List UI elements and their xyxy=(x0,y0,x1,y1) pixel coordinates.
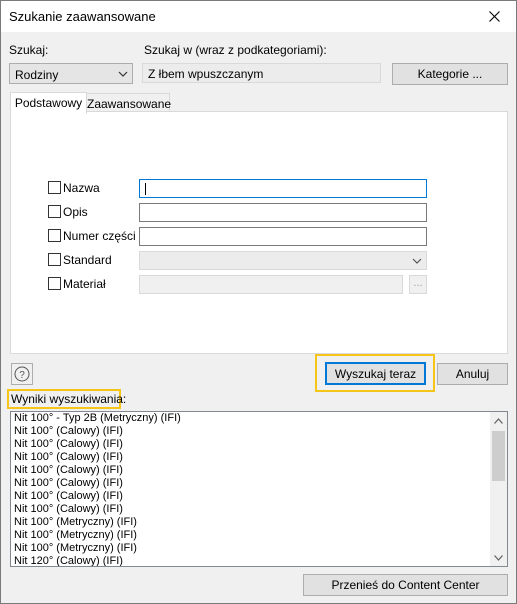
search-scope-value: Z łbem wpuszczanym xyxy=(148,67,264,81)
go-to-content-center-button[interactable]: Przenieś do Content Center xyxy=(303,574,508,596)
list-item[interactable]: Nit 100° (Calowy) (IFI) xyxy=(11,425,491,438)
list-item[interactable]: Nit 100° (Calowy) (IFI) xyxy=(11,490,491,503)
list-item[interactable]: Nit 100° (Metryczny) (IFI) xyxy=(11,529,491,542)
material-input[interactable] xyxy=(139,275,403,294)
search-scope-field: Z łbem wpuszczanym xyxy=(142,63,381,83)
name-input[interactable] xyxy=(139,179,427,198)
search-in-label: Szukaj: xyxy=(9,43,49,57)
categories-button[interactable]: Kategorie ... xyxy=(392,63,508,85)
list-item[interactable]: Nit 100° (Metryczny) (IFI) xyxy=(11,516,491,529)
list-item[interactable]: Nit 100° (Calowy) (IFI) xyxy=(11,477,491,490)
search-in-value: Rodziny xyxy=(15,68,59,82)
standard-label: Standard xyxy=(63,253,112,267)
material-checkbox[interactable] xyxy=(48,277,61,290)
name-checkbox[interactable] xyxy=(48,181,61,194)
close-button[interactable] xyxy=(472,1,516,32)
description-checkbox[interactable] xyxy=(48,205,61,218)
search-now-button[interactable]: Wyszukaj teraz xyxy=(325,362,426,385)
name-label: Nazwa xyxy=(63,181,100,195)
basic-tab-panel: Nazwa Opis Numer części Standard Materia… xyxy=(10,111,508,354)
list-item[interactable]: Nit 100° (Calowy) (IFI) xyxy=(11,451,491,464)
search-scope-label: Szukaj w (wraz z podkategoriami): xyxy=(144,43,327,57)
list-item[interactable]: Nit 100° (Calowy) (IFI) xyxy=(11,503,491,516)
list-item[interactable]: Nit 100° (Calowy) (IFI) xyxy=(11,464,491,477)
part-number-input[interactable] xyxy=(139,227,427,246)
description-input[interactable] xyxy=(139,203,427,222)
chevron-down-icon xyxy=(412,258,422,264)
chevron-down-icon xyxy=(494,554,503,561)
list-item[interactable]: Nit 100° (Calowy) (IFI) xyxy=(11,438,491,451)
advanced-search-dialog: Szukanie zaawansowane Szukaj: Rodziny Sz… xyxy=(0,0,517,604)
text-caret xyxy=(145,183,146,195)
tab-basic[interactable]: Podstawowy xyxy=(10,92,87,114)
help-icon: ? xyxy=(14,366,30,382)
part-number-label: Numer części xyxy=(63,229,136,243)
search-in-combo[interactable]: Rodziny xyxy=(9,63,133,84)
part-number-checkbox[interactable] xyxy=(48,229,61,242)
standard-checkbox[interactable] xyxy=(48,253,61,266)
results-label: Wyniki wyszukiwania: xyxy=(11,392,127,406)
chevron-down-icon xyxy=(118,71,128,77)
svg-text:?: ? xyxy=(19,370,25,381)
results-scrollbar[interactable] xyxy=(490,412,507,566)
list-item[interactable]: Nit 100° (Metryczny) (IFI) xyxy=(11,542,491,555)
description-label: Opis xyxy=(63,205,88,219)
list-item[interactable]: Nit 100° - Typ 2B (Metryczny) (IFI) xyxy=(11,412,491,425)
chevron-up-icon xyxy=(494,417,503,424)
scroll-down-button[interactable] xyxy=(490,549,507,566)
list-item[interactable]: Nit 120° (Calowy) (IFI) xyxy=(11,555,491,566)
material-browse-button[interactable]: ... xyxy=(409,275,427,294)
results-items: Nit 100° - Typ 2B (Metryczny) (IFI) Nit 1… xyxy=(11,412,491,566)
window-title: Szukanie zaawansowane xyxy=(9,9,156,24)
tab-advanced[interactable]: Zaawansowane xyxy=(86,93,171,113)
close-icon xyxy=(488,11,500,22)
help-button[interactable]: ? xyxy=(11,363,33,385)
cancel-button[interactable]: Anuluj xyxy=(437,363,508,385)
scroll-thumb[interactable] xyxy=(492,431,505,481)
scroll-up-button[interactable] xyxy=(490,412,507,429)
title-bar: Szukanie zaawansowane xyxy=(1,1,516,32)
results-list[interactable]: Nit 100° - Typ 2B (Metryczny) (IFI) Nit 1… xyxy=(10,411,508,567)
standard-combo[interactable] xyxy=(139,251,427,270)
material-label: Materiał xyxy=(63,277,106,291)
